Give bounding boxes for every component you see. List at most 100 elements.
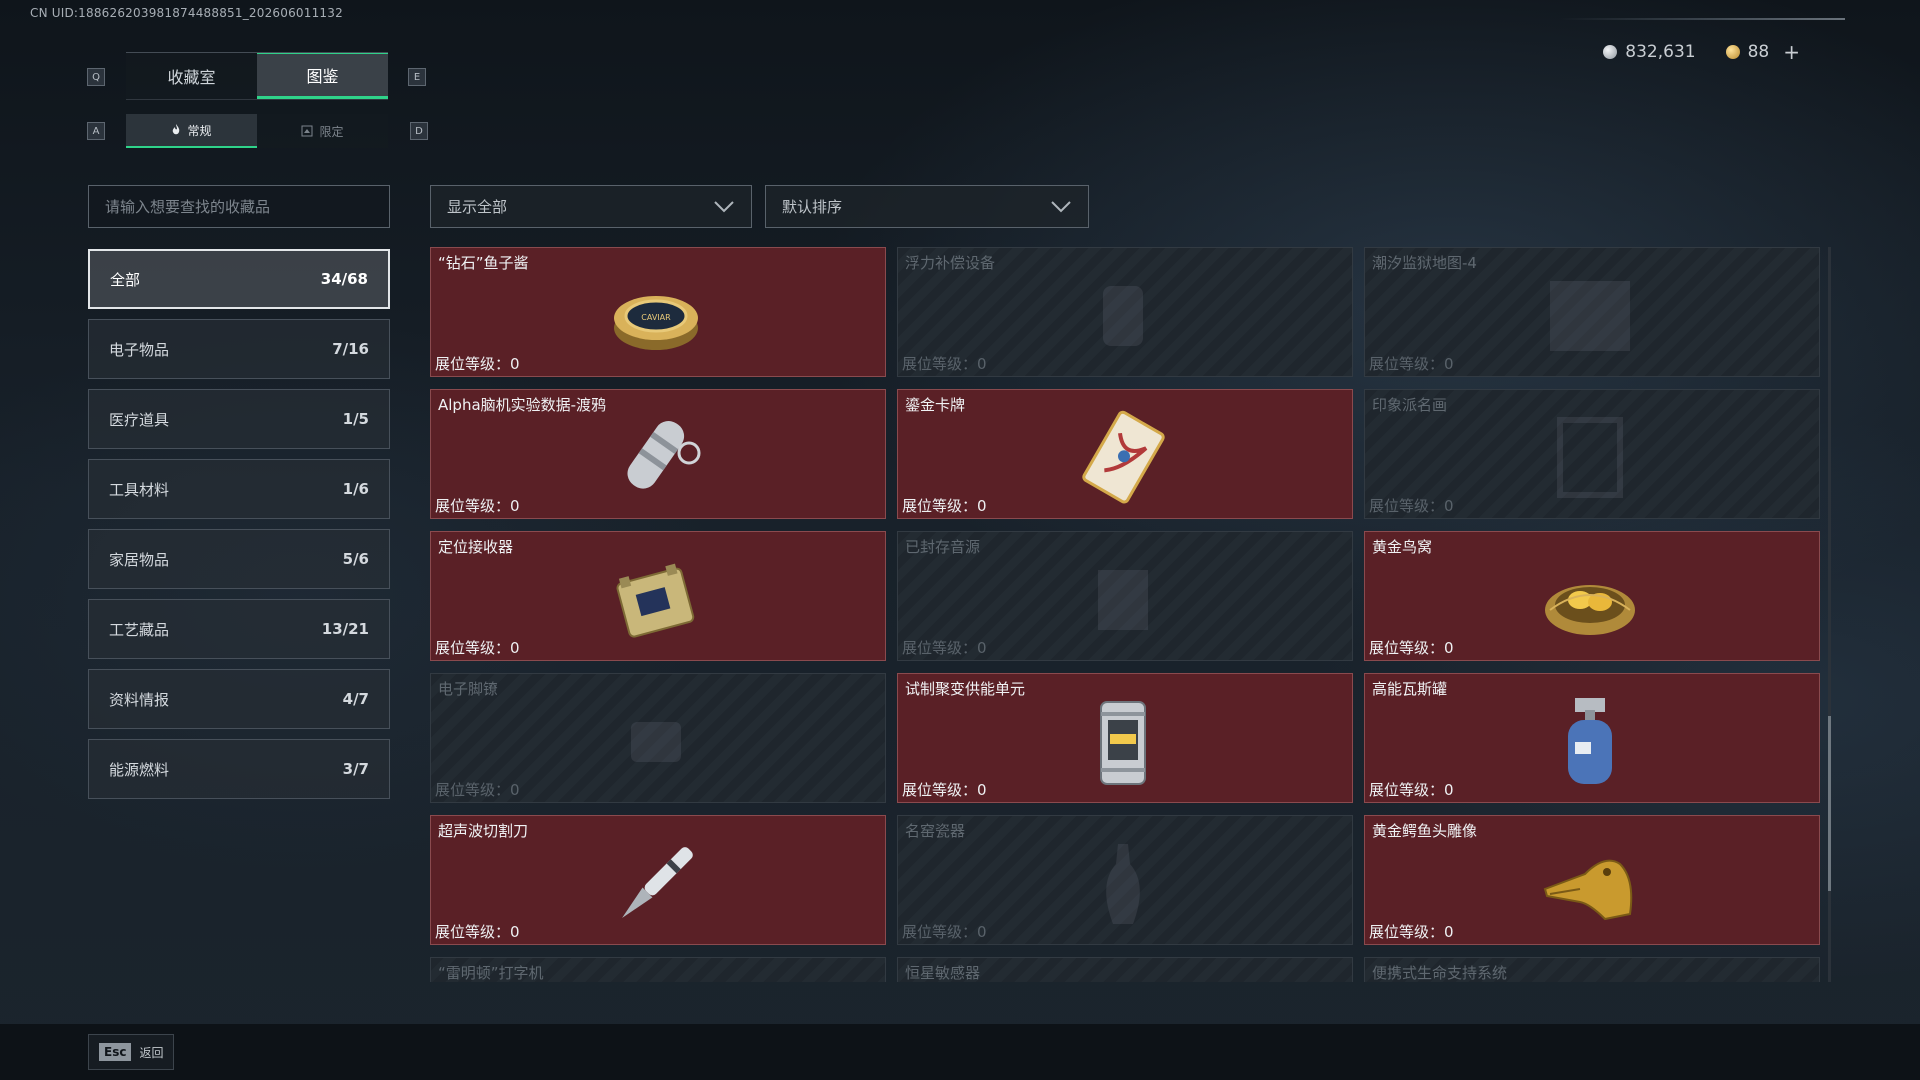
- receiver-icon: [616, 563, 695, 638]
- category-electronics[interactable]: 电子物品 7/16: [88, 319, 390, 379]
- item-card[interactable]: “钻石”鱼子酱 CAVIAR 展位等级：0: [430, 247, 886, 377]
- category-energy[interactable]: 能源燃料 3/7: [88, 739, 390, 799]
- booth-level: 展位等级：0: [1369, 497, 1454, 515]
- sort-dropdown[interactable]: 默认排序: [765, 185, 1089, 228]
- item-name: 试制聚变供能单元: [905, 680, 1026, 698]
- category-tools[interactable]: 工具材料 1/6: [88, 459, 390, 519]
- category-label: 全部: [110, 270, 141, 289]
- svg-text:CAVIAR: CAVIAR: [641, 313, 671, 322]
- filter-dropdown-value: 显示全部: [447, 198, 508, 216]
- key-hint-q: Q: [87, 68, 105, 86]
- tab-collection-room[interactable]: 收藏室: [126, 53, 257, 99]
- category-count: 4/7: [342, 690, 369, 708]
- category-count: 13/21: [321, 620, 369, 638]
- item-name: “雷明顿”打字机: [438, 964, 544, 982]
- painting-icon: [1557, 417, 1623, 498]
- item-card[interactable]: 鎏金卡牌 展位等级：0: [897, 389, 1353, 519]
- filter-dropdown[interactable]: 显示全部: [430, 185, 752, 228]
- ultrasonic-knife-icon: [622, 847, 693, 918]
- category-label: 工艺藏品: [109, 620, 170, 639]
- item-card[interactable]: 浮力补偿设备 展位等级：0: [897, 247, 1353, 377]
- chevron-down-icon: [1051, 200, 1071, 212]
- item-card[interactable]: 印象派名画 展位等级：0: [1364, 389, 1820, 519]
- item-name: 高能瓦斯罐: [1372, 680, 1448, 698]
- item-name: 黄金鸟窝: [1372, 538, 1433, 556]
- item-card[interactable]: 试制聚变供能单元 展位等级：0: [897, 673, 1353, 803]
- chevron-down-icon: [714, 200, 734, 212]
- item-name: 已封存音源: [905, 538, 981, 556]
- booth-level: 展位等级：0: [435, 639, 520, 657]
- item-name: 黄金鳄鱼头雕像: [1372, 822, 1478, 840]
- sort-dropdown-value: 默认排序: [782, 198, 843, 216]
- item-card[interactable]: 黄金鸟窝 展位等级：0: [1364, 531, 1820, 661]
- data-capsule-icon: [627, 420, 701, 489]
- item-name: 超声波切割刀: [438, 822, 529, 840]
- item-card[interactable]: “雷明顿”打字机: [430, 957, 886, 982]
- item-card[interactable]: 名窑瓷器 展位等级：0: [897, 815, 1353, 945]
- item-name: “钻石”鱼子酱: [438, 254, 529, 272]
- uid-label: CN UID:188626203981874488851_20260601113…: [30, 6, 343, 20]
- subtab-limited[interactable]: 限定: [257, 114, 388, 148]
- booth-level: 展位等级：0: [435, 497, 520, 515]
- gold-amount: 88: [1747, 42, 1770, 62]
- category-label: 电子物品: [109, 340, 170, 359]
- category-label: 能源燃料: [109, 760, 170, 779]
- gold-coin-icon: [1725, 45, 1740, 59]
- booth-level: 展位等级：0: [902, 497, 987, 515]
- item-card[interactable]: 恒星敏感器: [897, 957, 1353, 982]
- item-name: 电子脚镣: [438, 680, 499, 698]
- item-card[interactable]: 黄金鳄鱼头雕像 展位等级：0: [1364, 815, 1820, 945]
- tab-catalog[interactable]: 图鉴: [257, 53, 388, 99]
- item-name: 便携式生命支持系统: [1372, 964, 1508, 982]
- category-count: 3/7: [342, 760, 369, 778]
- item-name: 名窑瓷器: [905, 822, 966, 840]
- buoyancy-device-icon: [1103, 286, 1143, 346]
- category-crafts[interactable]: 工艺藏品 13/21: [88, 599, 390, 659]
- booth-level: 展位等级：0: [435, 355, 520, 373]
- key-hint-d: D: [410, 122, 428, 140]
- gas-canister-icon: [1568, 698, 1612, 784]
- subtab-limited-label: 限定: [319, 124, 344, 139]
- ankle-monitor-icon: [631, 722, 681, 762]
- booth-level: 展位等级：0: [902, 639, 987, 657]
- item-card[interactable]: 便携式生命支持系统: [1364, 957, 1820, 982]
- category-intel[interactable]: 资料情报 4/7: [88, 669, 390, 729]
- item-card[interactable]: 潮汐监狱地图-4 展位等级：0: [1364, 247, 1820, 377]
- search-input[interactable]: 请输入想要查找的收藏品: [88, 185, 390, 228]
- porcelain-vase-icon: [1106, 844, 1140, 924]
- category-count: 5/6: [342, 550, 369, 568]
- item-name: 鎏金卡牌: [905, 396, 966, 414]
- footer-bar: [0, 1024, 1920, 1080]
- category-count: 34/68: [320, 270, 368, 288]
- booth-level: 展位等级：0: [1369, 781, 1454, 799]
- sealed-audio-icon: [1098, 570, 1148, 630]
- category-household[interactable]: 家居物品 5/6: [88, 529, 390, 589]
- silver-amount: 832,631: [1625, 42, 1696, 62]
- category-medical[interactable]: 医疗道具 1/5: [88, 389, 390, 449]
- item-card[interactable]: Alpha脑机实验数据-渡鸦 展位等级：0: [430, 389, 886, 519]
- category-count: 1/6: [342, 480, 369, 498]
- item-name: 潮汐监狱地图-4: [1372, 254, 1477, 272]
- subtab-regular[interactable]: 常规: [126, 114, 257, 148]
- golden-crocodile-icon: [1543, 859, 1633, 921]
- back-button[interactable]: Esc 返回: [88, 1034, 175, 1070]
- main-tabs: 收藏室 图鉴: [126, 52, 388, 100]
- map-icon: [1550, 281, 1630, 351]
- category-label: 资料情报: [109, 690, 170, 709]
- add-currency-button[interactable]: +: [1783, 40, 1800, 64]
- item-card[interactable]: 已封存音源 展位等级：0: [897, 531, 1353, 661]
- booth-level: 展位等级：0: [435, 923, 520, 941]
- item-name: 浮力补偿设备: [905, 254, 996, 272]
- category-list: 全部 34/68 电子物品 7/16 医疗道具 1/5 工具材料 1/6 家居物品 5/6…: [88, 249, 390, 809]
- category-count: 7/16: [332, 340, 369, 358]
- item-card[interactable]: 定位接收器 展位等级：0: [430, 531, 886, 661]
- item-card[interactable]: 超声波切割刀 展位等级：0: [430, 815, 886, 945]
- category-all[interactable]: 全部 34/68: [88, 249, 390, 309]
- item-card[interactable]: 高能瓦斯罐 展位等级：0: [1364, 673, 1820, 803]
- item-grid: “钻石”鱼子酱 CAVIAR 展位等级：0 浮力补偿设备 展位等级：0 潮汐监狱…: [430, 247, 1820, 982]
- scrollbar-thumb[interactable]: [1828, 716, 1831, 891]
- category-label: 医疗道具: [109, 410, 170, 429]
- item-card[interactable]: 电子脚镣 展位等级：0: [430, 673, 886, 803]
- fusion-cell-icon: [1100, 701, 1146, 785]
- booth-level: 展位等级：0: [1369, 639, 1454, 657]
